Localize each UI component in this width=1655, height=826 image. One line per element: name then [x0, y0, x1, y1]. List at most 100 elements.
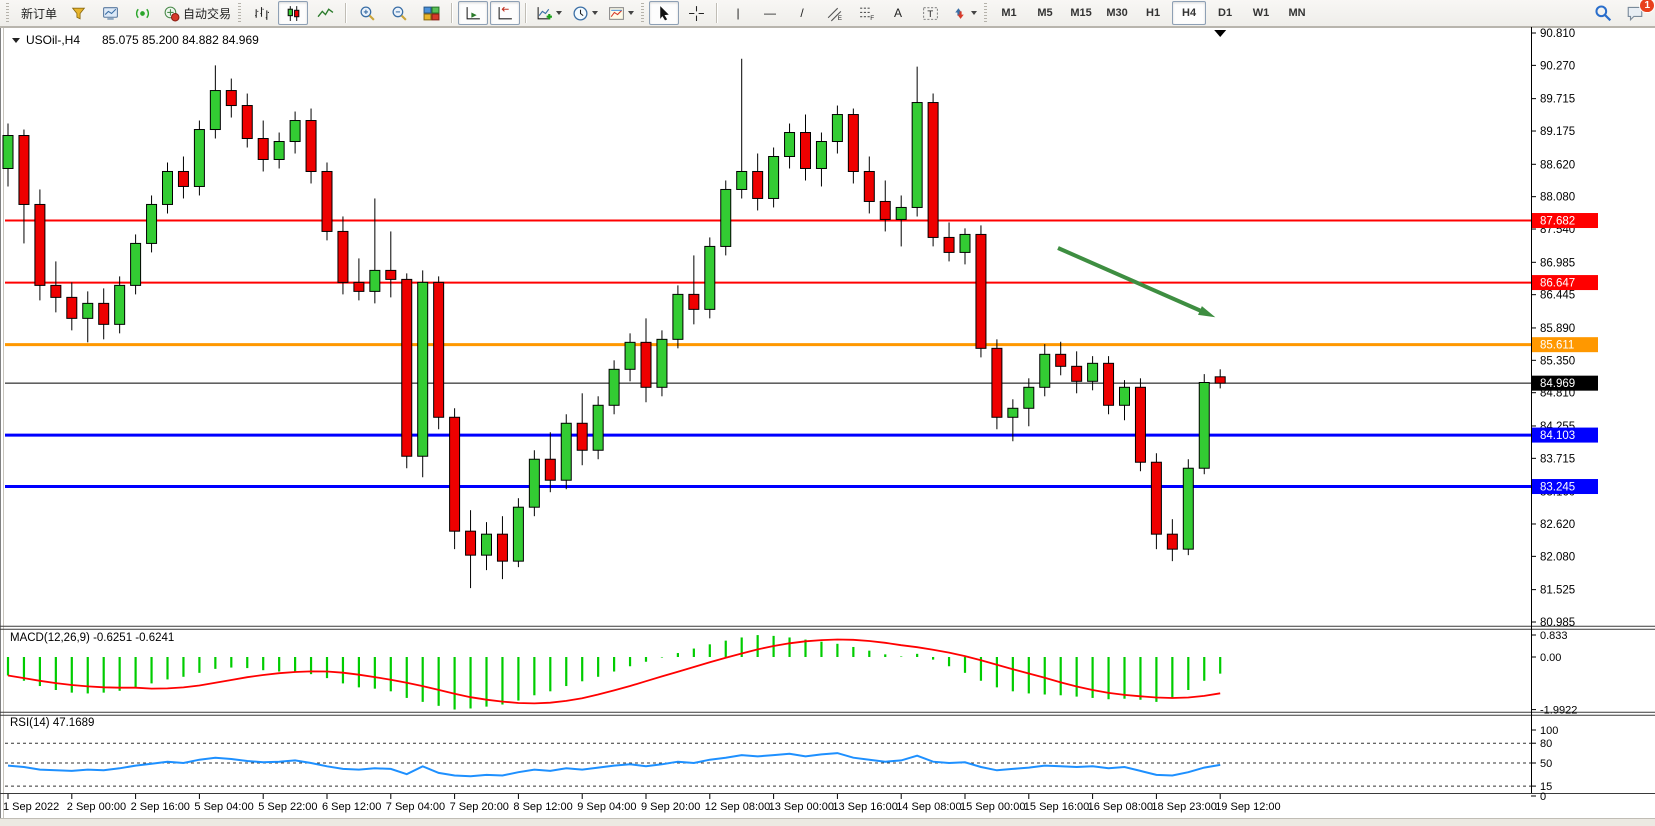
data-window-icon[interactable]: [95, 1, 125, 25]
auto-trading-button[interactable]: 自动交易: [159, 1, 235, 25]
tile-windows-button[interactable]: [416, 1, 446, 25]
rsi-label: RSI(14) 47.1689: [10, 717, 94, 729]
periods-button[interactable]: [568, 1, 602, 25]
time-axis-label: 1 Sep 2022: [3, 801, 59, 813]
price-axis-label: 88.080: [1540, 192, 1575, 204]
candle: [402, 279, 412, 456]
clock-icon: [572, 5, 589, 22]
tab-timeframe-w1[interactable]: W1: [1244, 1, 1278, 25]
crosshair-tool-button[interactable]: [681, 1, 711, 25]
rsi-axis-label: 100: [1540, 725, 1558, 737]
candle: [641, 342, 651, 387]
toolbar-grip[interactable]: [641, 3, 644, 23]
candle: [210, 91, 220, 130]
price-axis-label: 80.985: [1540, 617, 1575, 629]
candle: [83, 303, 93, 318]
candle: [322, 171, 332, 231]
timeframe-label: M1: [1001, 7, 1016, 19]
line-chart-icon: [317, 5, 334, 22]
trendline-tool[interactable]: /: [787, 1, 817, 25]
timeframe-label: D1: [1218, 7, 1232, 19]
arrows-tool[interactable]: [947, 1, 981, 25]
candle: [51, 285, 61, 297]
candle: [370, 270, 380, 291]
horizontal-line-tool[interactable]: —: [755, 1, 785, 25]
candle: [769, 156, 779, 198]
candlestick-chart-icon: [285, 5, 302, 22]
time-axis-label: 16 Sep 08:00: [1088, 801, 1153, 813]
zoom-out-button[interactable]: [384, 1, 414, 25]
time-axis-label: 6 Sep 12:00: [322, 801, 381, 813]
toolbar-separator: [525, 3, 527, 23]
toolbar-grip[interactable]: [984, 3, 987, 23]
chart-window[interactable]: 90.81090.27089.71589.17588.62088.08087.5…: [0, 27, 1655, 826]
candle: [242, 106, 252, 139]
toolbar-grip[interactable]: [6, 3, 9, 23]
signals-icon[interactable]: [127, 1, 157, 25]
auto-trading-label: 自动交易: [183, 5, 231, 22]
time-axis-label: 13 Sep 00:00: [769, 801, 834, 813]
text-tool[interactable]: A: [883, 1, 913, 25]
tab-timeframe-d1[interactable]: D1: [1208, 1, 1242, 25]
candle: [960, 234, 970, 252]
tab-timeframe-m1[interactable]: M1: [992, 1, 1026, 25]
chart-shift-button[interactable]: [490, 1, 520, 25]
tab-timeframe-mn[interactable]: MN: [1280, 1, 1314, 25]
time-axis-label: 9 Sep 04:00: [577, 801, 636, 813]
candle: [513, 507, 523, 561]
tab-timeframe-m15[interactable]: M15: [1064, 1, 1098, 25]
vertical-line-tool[interactable]: |: [723, 1, 753, 25]
tile-windows-icon: [423, 5, 440, 22]
time-axis-label: 5 Sep 22:00: [258, 801, 317, 813]
new-order-button[interactable]: 新订单: [14, 1, 61, 25]
bar-chart-button[interactable]: [246, 1, 276, 25]
candlestick-chart-button[interactable]: [278, 1, 308, 25]
cursor-tool-button[interactable]: [649, 1, 679, 25]
toolbar-grip[interactable]: [238, 3, 241, 23]
price-axis-label: 86.445: [1540, 290, 1575, 302]
indicators-button[interactable]: [532, 1, 566, 25]
candle: [1104, 363, 1114, 405]
candle: [705, 246, 715, 309]
time-axis-label: 7 Sep 04:00: [386, 801, 445, 813]
template-icon: [608, 5, 625, 22]
zoom-in-button[interactable]: [352, 1, 382, 25]
macd-axis-label: 0.833: [1540, 630, 1568, 642]
price-badge-label: 83.245: [1540, 482, 1575, 494]
tab-timeframe-h4[interactable]: H4: [1172, 1, 1206, 25]
fibonacci-tool[interactable]: F: [851, 1, 881, 25]
search-button[interactable]: [1588, 1, 1618, 25]
tab-timeframe-m30[interactable]: M30: [1100, 1, 1134, 25]
market-watch-icon[interactable]: [63, 1, 93, 25]
candle: [67, 297, 77, 318]
channel-tool[interactable]: E: [819, 1, 849, 25]
price-axis-label: 89.715: [1540, 94, 1575, 106]
templates-button[interactable]: [604, 1, 638, 25]
line-chart-button[interactable]: [310, 1, 340, 25]
vertical-line-icon: |: [736, 6, 739, 20]
trendline-icon: /: [800, 6, 803, 20]
candle: [226, 91, 236, 106]
auto-scroll-button[interactable]: [458, 1, 488, 25]
chat-button[interactable]: 1: [1620, 1, 1650, 25]
candle: [354, 282, 364, 291]
price-axis-label: 89.175: [1540, 126, 1575, 138]
candle: [561, 423, 571, 480]
candle: [896, 207, 906, 219]
tab-timeframe-h1[interactable]: H1: [1136, 1, 1170, 25]
candle: [1215, 377, 1225, 383]
indicators-icon: [536, 5, 553, 22]
candle: [1008, 408, 1018, 417]
tab-timeframe-m5[interactable]: M5: [1028, 1, 1062, 25]
zoom-out-icon: [391, 5, 408, 22]
price-badge-label: 84.969: [1540, 378, 1575, 390]
candle: [338, 231, 348, 282]
price-axis-label: 82.080: [1540, 551, 1575, 563]
channel-icon: E: [826, 5, 843, 22]
candle: [992, 348, 1002, 417]
main-toolbar: 新订单 自动交易: [0, 0, 1655, 27]
candle: [497, 534, 507, 561]
label-tool[interactable]: T: [915, 1, 945, 25]
rsi-axis-label: 80: [1540, 738, 1552, 750]
time-axis-label: 12 Sep 08:00: [705, 801, 770, 813]
